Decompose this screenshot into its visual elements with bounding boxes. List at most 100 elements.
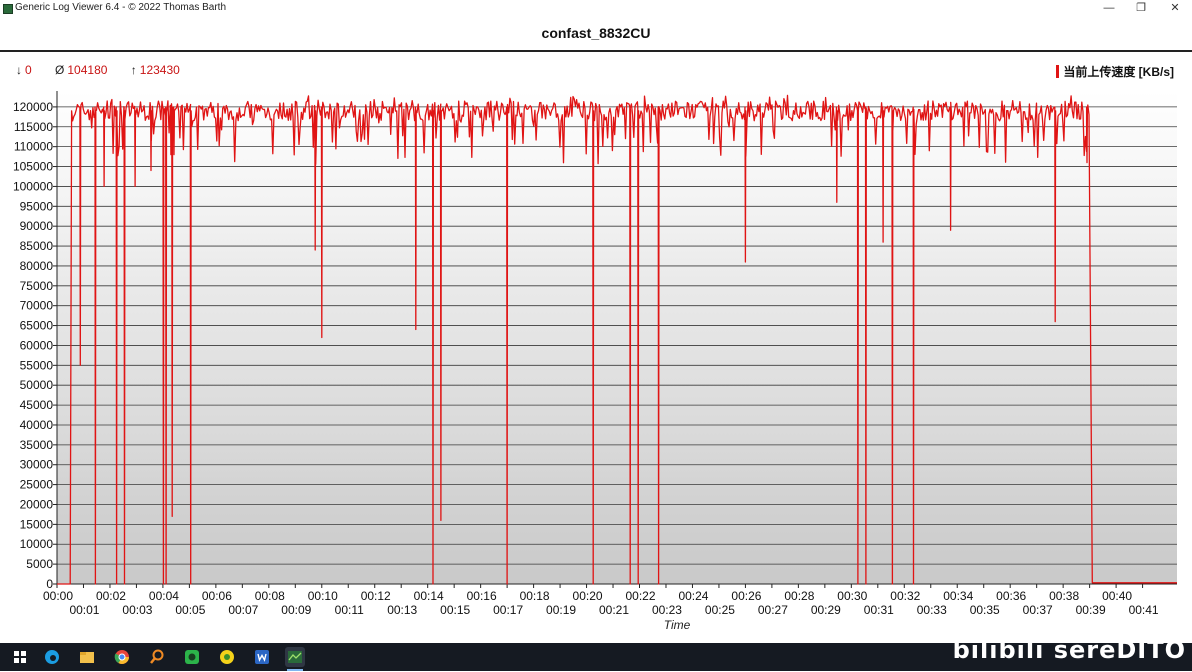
windows-start-icon[interactable] — [10, 647, 30, 667]
window-title: Generic Log Viewer 6.4 - © 2022 Thomas B… — [15, 2, 227, 13]
avg-value: 104180 — [67, 63, 108, 77]
y-tick-label: 5000 — [26, 557, 53, 571]
x-tick-label: 00:38 — [1049, 589, 1079, 603]
chart-header: confast_8832CU — [0, 16, 1192, 52]
x-tick-label: 00:27 — [758, 603, 788, 617]
x-tick-label: 00:04 — [149, 589, 179, 603]
x-tick-label: 00:26 — [731, 589, 761, 603]
x-tick-label: 00:30 — [837, 589, 867, 603]
y-tick-label: 90000 — [20, 219, 54, 233]
x-tick-label: 00:02 — [96, 589, 126, 603]
legend-label: 当前上传速度 [KB/s] — [1063, 65, 1174, 79]
green-app-icon[interactable] — [182, 647, 202, 667]
x-tick-label: 00:33 — [917, 603, 947, 617]
x-tick-label: 00:32 — [890, 589, 920, 603]
maximize-button[interactable]: ❐ — [1127, 0, 1155, 16]
x-tick-label: 00:06 — [202, 589, 232, 603]
x-tick-label: 00:17 — [493, 603, 523, 617]
y-tick-label: 15000 — [20, 517, 54, 531]
x-tick-label: 00:19 — [546, 603, 576, 617]
max-stat: ↑ 123430 — [131, 63, 190, 77]
word-icon[interactable] — [252, 647, 272, 667]
x-tick-label: 00:16 — [467, 589, 497, 603]
x-tick-label: 00:41 — [1129, 603, 1159, 617]
x-tick-label: 00:31 — [864, 603, 894, 617]
x-tick-label: 00:29 — [811, 603, 841, 617]
x-tick-label: 00:25 — [705, 603, 735, 617]
x-tick-label: 00:07 — [228, 603, 258, 617]
x-tick-label: 00:23 — [652, 603, 682, 617]
y-tick-label: 45000 — [20, 398, 54, 412]
legend-swatch — [1056, 65, 1060, 78]
y-tick-label: 95000 — [20, 199, 54, 213]
x-tick-labels: 00:0000:0100:0200:0300:0400:0500:0600:07… — [43, 584, 1159, 617]
x-tick-label: 00:12 — [361, 589, 391, 603]
y-tick-label: 115000 — [14, 120, 53, 134]
y-tick-label: 20000 — [20, 497, 54, 511]
x-tick-label: 00:00 — [43, 589, 73, 603]
file-explorer-icon[interactable] — [77, 647, 97, 667]
x-tick-label: 00:08 — [255, 589, 285, 603]
x-tick-label: 00:11 — [335, 603, 364, 617]
y-tick-label: 10000 — [20, 537, 54, 551]
x-tick-label: 00:22 — [625, 589, 655, 603]
log-viewer-icon[interactable] — [285, 647, 305, 671]
min-arrow-icon: ↓ — [16, 63, 22, 77]
y-tick-label: 120000 — [13, 100, 53, 114]
avg-symbol-icon: Ø — [55, 63, 65, 77]
y-tick-label: 105000 — [13, 160, 53, 174]
x-tick-label: 00:09 — [281, 603, 311, 617]
x-tick-label: 00:18 — [520, 589, 550, 603]
x-tick-label: 00:34 — [943, 589, 973, 603]
stats-row: ↓ 0 Ø 104180 ↑ 123430 — [16, 63, 200, 77]
y-tick-label: 85000 — [20, 239, 54, 253]
y-tick-label: 70000 — [20, 299, 54, 313]
search-app-icon[interactable] — [147, 647, 167, 667]
close-button[interactable]: ✕ — [1161, 0, 1189, 16]
y-tick-label: 60000 — [20, 338, 54, 352]
chart-legend: 当前上传速度 [KB/s] — [1056, 63, 1174, 80]
y-tick-label: 65000 — [20, 319, 54, 333]
x-tick-label: 00:35 — [970, 603, 1000, 617]
x-tick-label: 00:21 — [599, 603, 629, 617]
x-tick-label: 00:15 — [440, 603, 470, 617]
y-tick-label: 110000 — [14, 140, 53, 154]
x-tick-label: 00:13 — [387, 603, 417, 617]
y-tick-label: 50000 — [20, 378, 54, 392]
chrome-icon[interactable] — [112, 647, 132, 667]
plot-background — [57, 91, 1177, 584]
x-tick-label: 00:10 — [308, 589, 338, 603]
max-arrow-icon: ↑ — [130, 63, 137, 77]
x-tick-label: 00:37 — [1023, 603, 1053, 617]
x-tick-label: 00:05 — [175, 603, 205, 617]
y-tick-label: 80000 — [20, 259, 54, 273]
min-stat: ↓ 0 — [16, 63, 42, 77]
minimize-button[interactable]: — — [1095, 0, 1123, 16]
min-value: 0 — [25, 63, 32, 77]
avg-stat: Ø 104180 — [55, 63, 117, 77]
y-tick-label: 30000 — [20, 458, 54, 472]
x-tick-label: 00:20 — [573, 589, 603, 603]
edge-icon[interactable] — [42, 647, 62, 667]
x-tick-label: 00:03 — [122, 603, 152, 617]
y-tick-label: 55000 — [20, 358, 54, 372]
x-tick-label: 00:40 — [1102, 589, 1132, 603]
y-tick-label: 100000 — [13, 179, 53, 193]
chart-title: confast_8832CU — [541, 25, 651, 41]
yellow-app-icon[interactable] — [217, 647, 237, 667]
upload-speed-chart: 0500010000150002000025000300003500040000… — [13, 91, 1177, 632]
app-icon — [3, 4, 13, 14]
y-tick-labels: 0500010000150002000025000300003500040000… — [13, 100, 53, 591]
y-tick-label: 40000 — [20, 418, 54, 432]
max-value: 123430 — [139, 63, 180, 77]
x-tick-label: 00:39 — [1076, 603, 1106, 617]
x-axis-label: Time — [664, 618, 691, 632]
y-tick-label: 75000 — [20, 279, 54, 293]
watermark-text: bilibili sereDITO — [952, 636, 1186, 664]
x-tick-label: 00:24 — [678, 589, 708, 603]
x-tick-label: 00:36 — [996, 589, 1026, 603]
y-tick-label: 25000 — [20, 478, 54, 492]
x-tick-label: 00:01 — [69, 603, 99, 617]
window-titlebar: Generic Log Viewer 6.4 - © 2022 Thomas B… — [0, 0, 1192, 16]
x-tick-label: 00:28 — [784, 589, 814, 603]
